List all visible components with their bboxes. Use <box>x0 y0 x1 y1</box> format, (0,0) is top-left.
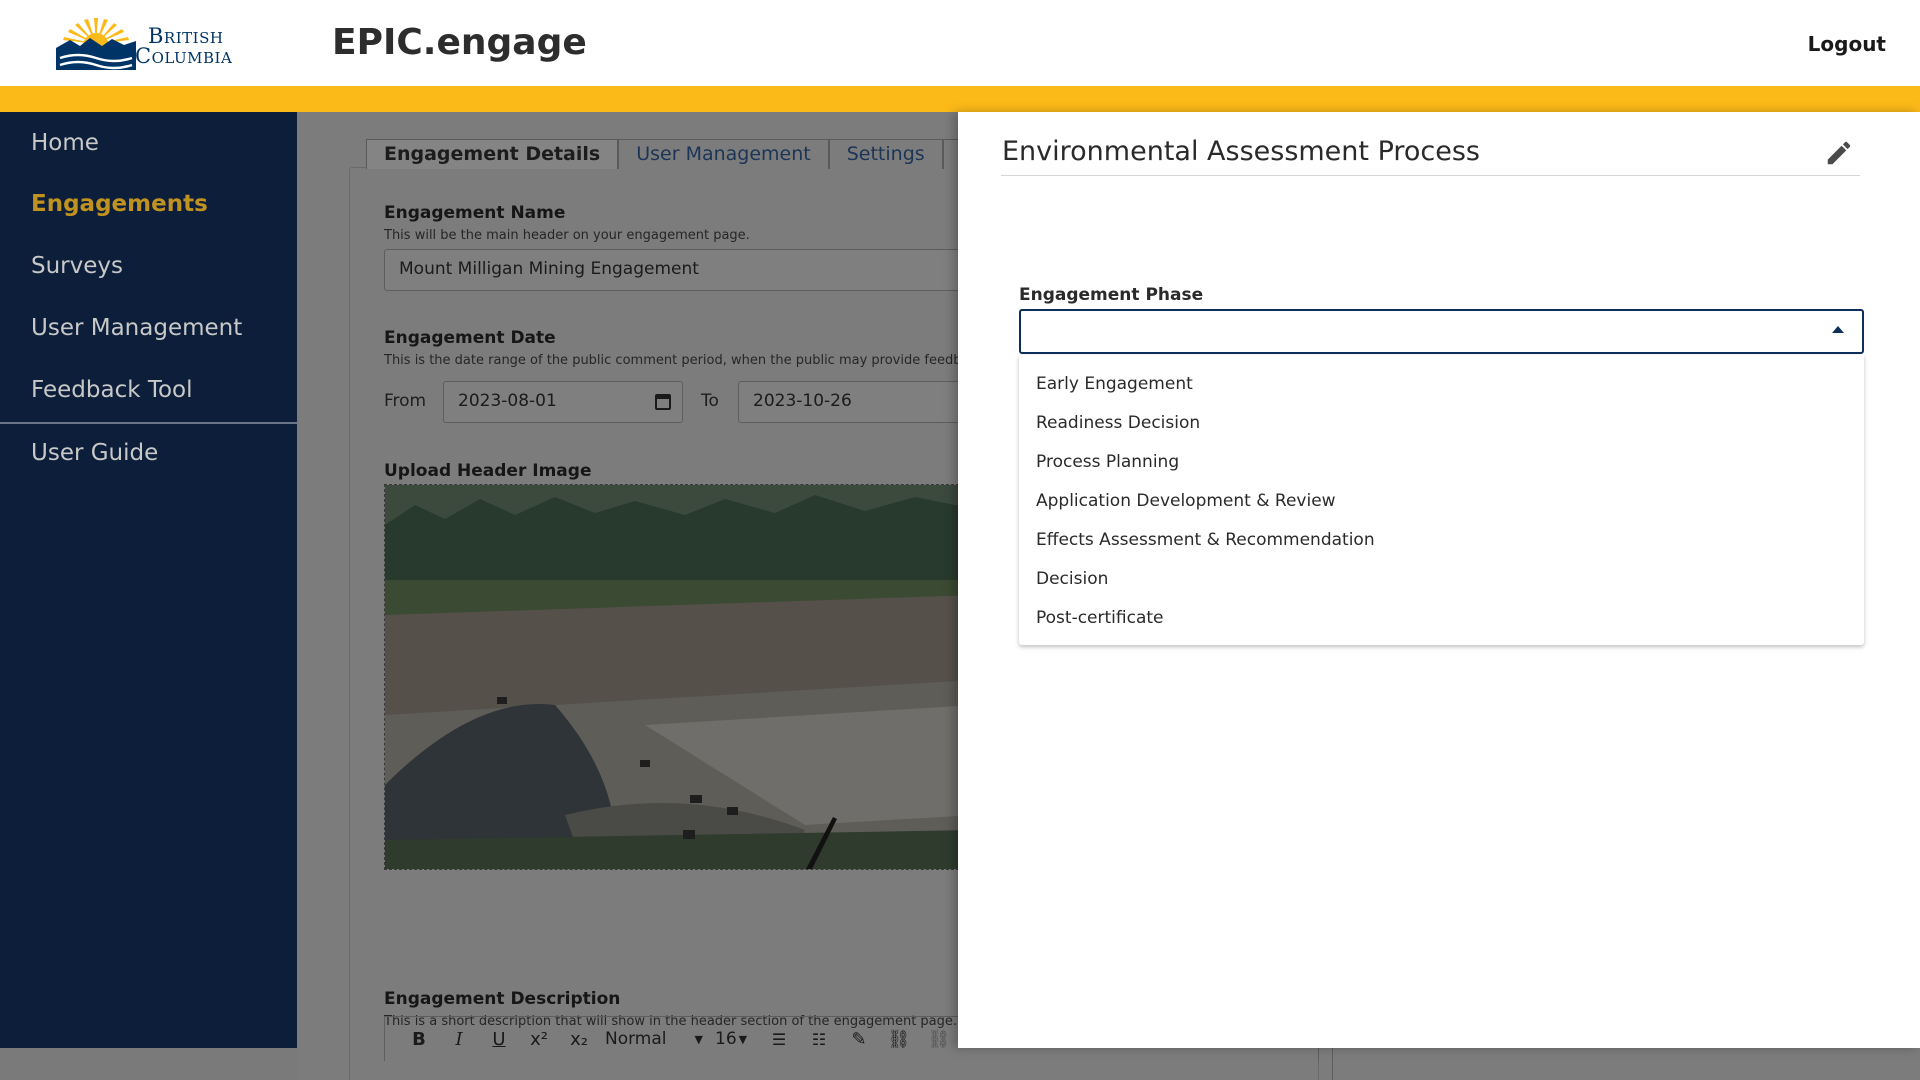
logout-button[interactable]: Logout <box>1808 32 1886 56</box>
sidebar-item-surveys[interactable]: Surveys <box>31 253 123 279</box>
engagement-tabs: Engagement Details User Management Setti… <box>366 139 1006 169</box>
modal-title: Environmental Assessment Process <box>1002 136 1480 167</box>
header-image-preview <box>385 485 973 869</box>
engagement-phase-modal: Environmental Assessment Process Engagem… <box>958 112 1920 1048</box>
bc-sun-icon <box>56 18 136 70</box>
to-date-input[interactable]: 2023-10-26 <box>738 381 978 423</box>
header-image-upload[interactable] <box>384 484 974 870</box>
header-accent-bar <box>0 86 1920 112</box>
logo-line-2: Columbia <box>135 44 233 68</box>
calendar-icon[interactable] <box>655 394 671 410</box>
numbered-list-icon: ☷ <box>811 1029 827 1049</box>
engagement-name-help: This will be the main header on your eng… <box>384 228 750 243</box>
option-post-certificate[interactable]: Post-certificate <box>1019 599 1864 638</box>
from-date-input[interactable]: 2023-08-01 <box>443 381 683 423</box>
link-button[interactable]: ⛓ <box>879 1021 919 1057</box>
underline-icon: U <box>492 1028 506 1050</box>
app-header: British Columbia EPIC.engage Logout <box>0 0 1920 86</box>
bulleted-list-icon: ☰ <box>771 1029 787 1049</box>
unlink-icon: ⛓ <box>927 1028 951 1050</box>
block-style-select[interactable]: Normal ▼ <box>599 1029 709 1049</box>
app-title: EPIC.engage <box>332 22 587 63</box>
sidebar-item-home[interactable]: Home <box>31 130 99 156</box>
sidebar-item-user-management[interactable]: User Management <box>31 315 242 341</box>
sidebar-divider <box>0 422 297 424</box>
engagement-description-label: Engagement Description <box>384 989 621 1009</box>
modal-divider <box>1001 175 1860 176</box>
subscript-button[interactable]: x₂ <box>559 1021 599 1057</box>
sidebar-item-feedback-tool[interactable]: Feedback Tool <box>31 377 193 403</box>
sidebar-item-engagements[interactable]: Engagements <box>31 191 208 217</box>
italic-icon: I <box>455 1028 463 1050</box>
numbered-list-button[interactable]: ☷ <box>799 1021 839 1057</box>
engagement-name-input[interactable]: Mount Milligan Mining Engagement <box>384 249 974 291</box>
tab-settings[interactable]: Settings <box>828 139 943 169</box>
option-early-engagement[interactable]: Early Engagement <box>1019 365 1864 404</box>
from-label: From <box>384 391 427 411</box>
engagement-name-label: Engagement Name <box>384 203 566 223</box>
logo-line-1: British <box>148 24 224 48</box>
text-color-button[interactable]: ✎ <box>839 1021 879 1057</box>
tab-user-management[interactable]: User Management <box>618 139 829 169</box>
caret-up-icon <box>1832 326 1844 333</box>
font-size-select[interactable]: 16 ▼ <box>709 1029 759 1049</box>
bold-icon: B <box>412 1028 426 1050</box>
link-icon: ⛓ <box>887 1028 911 1050</box>
unlink-button[interactable]: ⛓ <box>919 1021 959 1057</box>
engagement-phase-options: Early Engagement Readiness Decision Proc… <box>1019 355 1864 645</box>
brush-icon: ✎ <box>851 1028 867 1050</box>
bulleted-list-button[interactable]: ☰ <box>759 1021 799 1057</box>
block-style-value: Normal <box>605 1029 667 1049</box>
upload-header-image-label: Upload Header Image <box>384 461 592 481</box>
bold-button[interactable]: B <box>399 1021 439 1057</box>
bc-logo[interactable]: British Columbia <box>56 14 246 74</box>
italic-button[interactable]: I <box>439 1021 479 1057</box>
sidebar-item-user-guide[interactable]: User Guide <box>31 440 158 466</box>
underline-button[interactable]: U <box>479 1021 519 1057</box>
option-application-development-review[interactable]: Application Development & Review <box>1019 482 1864 521</box>
engagement-date-help: This is the date range of the public com… <box>384 353 962 368</box>
bc-logo-text: British Columbia <box>135 24 232 67</box>
subscript-icon: x₂ <box>570 1028 588 1050</box>
superscript-button[interactable]: x² <box>519 1021 559 1057</box>
option-effects-assessment-recommendation[interactable]: Effects Assessment & Recommendation <box>1019 521 1864 560</box>
to-label: To <box>701 391 719 411</box>
engagement-phase-label: Engagement Phase <box>1019 285 1204 305</box>
engagement-phase-select[interactable] <box>1019 309 1864 354</box>
engagement-date-label: Engagement Date <box>384 328 556 348</box>
tab-engagement-details[interactable]: Engagement Details <box>366 139 619 169</box>
option-readiness-decision[interactable]: Readiness Decision <box>1019 404 1864 443</box>
pencil-icon[interactable] <box>1824 138 1854 168</box>
option-process-planning[interactable]: Process Planning <box>1019 443 1864 482</box>
font-size-value: 16 <box>715 1029 737 1049</box>
sidebar: Home Engagements Surveys User Management… <box>0 112 297 1048</box>
superscript-icon: x² <box>530 1028 548 1050</box>
caret-down-icon: ▼ <box>738 1032 748 1046</box>
option-decision[interactable]: Decision <box>1019 560 1864 599</box>
caret-down-icon: ▼ <box>694 1032 703 1046</box>
